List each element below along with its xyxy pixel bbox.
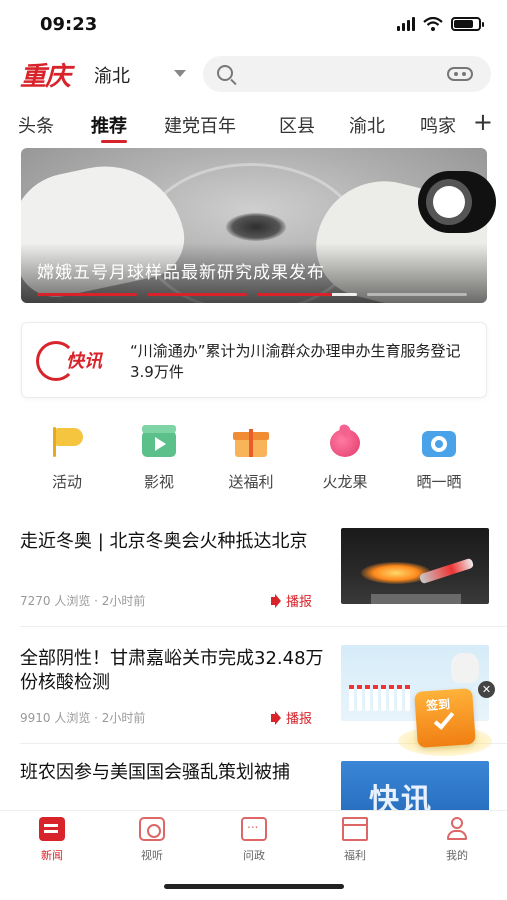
quick-link-activity[interactable]: 活动 (32, 425, 102, 492)
quick-link-label: 晒一晒 (416, 473, 462, 491)
tab-mingjia[interactable]: 鸣家 (420, 112, 456, 138)
user-icon (444, 817, 470, 841)
search-input[interactable] (203, 56, 491, 92)
news-title: 全部阴性！甘肃嘉峪关市完成32.48万份核酸检测 (20, 648, 324, 693)
read-aloud-button[interactable]: 播报 (271, 708, 312, 727)
news-title: 走近冬奥 | 北京冬奥会火种抵达北京 (20, 531, 308, 552)
dragonfruit-icon (327, 422, 363, 457)
pager-dot[interactable] (147, 293, 247, 296)
quick-link-dragonfruit[interactable]: 火龙果 (310, 422, 380, 492)
quick-link-label: 送福利 (228, 473, 274, 491)
checkin-widget[interactable]: 签到 (398, 686, 494, 761)
quick-link-label: 影视 (143, 473, 174, 491)
app-logo: 重庆 (20, 62, 71, 92)
nav-profile[interactable]: 我的 (427, 817, 487, 863)
close-icon[interactable]: ✕ (478, 681, 495, 698)
news-meta: 7270 人浏览 · 2小时前 (20, 594, 146, 608)
flag-icon (49, 425, 85, 457)
news-item[interactable]: 走近冬奥 | 北京冬奥会火种抵达北京 7270 人浏览 · 2小时前 播报 (0, 528, 507, 628)
speaker-icon (271, 593, 281, 608)
film-icon (141, 425, 177, 457)
nav-inquiry[interactable]: 问政 (224, 817, 284, 863)
lunar-sample-image (226, 213, 286, 241)
tab-districts[interactable]: 区县 (279, 112, 315, 138)
floating-assistive-button[interactable] (418, 171, 496, 233)
cellular-signal-icon (397, 17, 415, 31)
hero-banner[interactable]: 嫦娥五号月球样品最新研究成果发布 (21, 148, 487, 303)
read-aloud-button[interactable]: 播报 (271, 591, 312, 610)
pager-dot[interactable] (367, 293, 467, 296)
camera-icon (421, 425, 457, 457)
battery-icon (451, 17, 484, 31)
add-channel-button[interactable]: + (473, 108, 493, 136)
quick-link-gift[interactable]: 送福利 (216, 425, 286, 492)
gift-icon (233, 425, 269, 457)
quick-link-label: 活动 (51, 473, 82, 491)
flash-news-logo: 快讯 (36, 341, 116, 381)
home-indicator[interactable] (164, 884, 344, 889)
quick-link-video[interactable]: 影视 (124, 425, 194, 492)
nav-video[interactable]: 视听 (122, 817, 182, 863)
store-icon (342, 817, 368, 841)
news-item[interactable]: 班农因参与美国国会骚乱策划被捕 快讯 (0, 761, 507, 811)
quick-link-label: 火龙果 (322, 473, 368, 491)
active-tab-indicator (101, 140, 127, 143)
camera-icon (139, 817, 165, 841)
search-icon (217, 65, 233, 81)
news-thumbnail: 快讯 (341, 761, 489, 811)
news-icon (39, 817, 65, 841)
city-selector[interactable]: 渝北 (94, 62, 130, 88)
status-time: 09:23 (40, 14, 98, 35)
robot-assistant-icon[interactable] (447, 67, 473, 81)
pager-dot[interactable] (37, 293, 137, 296)
banner-pager (37, 293, 467, 296)
flash-news-text: “川渝通办”累计为川渝群众办理申办生育服务登记3.9万件 (130, 342, 461, 381)
wifi-icon (423, 17, 443, 31)
chat-icon (241, 817, 267, 841)
news-thumbnail (341, 528, 489, 604)
banner-title: 嫦娥五号月球样品最新研究成果发布 (37, 263, 325, 283)
tab-recommend[interactable]: 推荐 (91, 112, 127, 138)
nav-welfare[interactable]: 福利 (325, 817, 385, 863)
news-meta: 9910 人浏览 · 2小时前 (20, 711, 146, 725)
channel-tabs: 头条 推荐 建党百年 区县 渝北 鸣家 + (0, 104, 507, 144)
quick-links: 活动 影视 送福利 火龙果 晒一晒 (0, 422, 507, 495)
nav-news[interactable]: 新闻 (22, 817, 82, 863)
tab-party-centenary[interactable]: 建党百年 (164, 112, 236, 138)
status-icons (397, 17, 484, 31)
speaker-icon (271, 710, 281, 725)
quick-link-share-photo[interactable]: 晒一晒 (404, 425, 474, 492)
divider (20, 626, 507, 627)
pager-dot[interactable] (257, 293, 357, 296)
status-bar: 09:23 (0, 0, 507, 50)
app-header: 重庆 渝北 (0, 50, 507, 100)
tab-toutiao[interactable]: 头条 (18, 112, 54, 138)
flash-news-card[interactable]: 快讯 “川渝通办”累计为川渝群众办理申办生育服务登记3.9万件 (21, 322, 487, 398)
tab-yubei[interactable]: 渝北 (349, 112, 385, 138)
chevron-down-icon[interactable] (174, 70, 186, 77)
news-title: 班农因参与美国国会骚乱策划被捕 (20, 762, 290, 783)
